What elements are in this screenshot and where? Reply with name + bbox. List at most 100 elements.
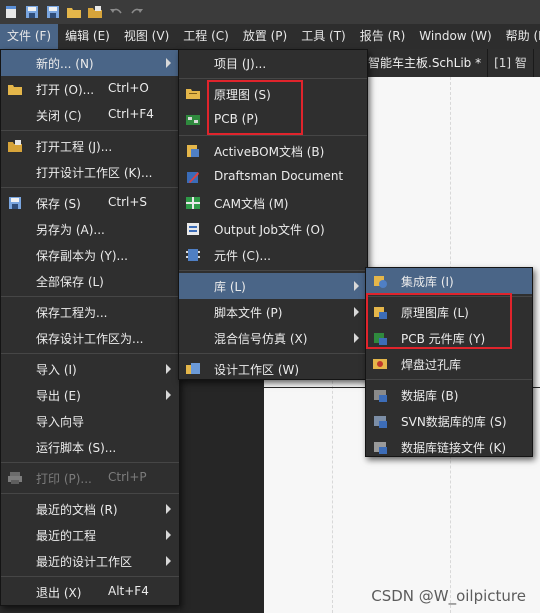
lib-pcblib-label: PCB 元件库 (Y) [401, 332, 486, 346]
tab-schlib[interactable]: 智能车主板.SchLib * [362, 49, 489, 77]
lib-padvia-item[interactable]: 焊盘过孔库 [366, 351, 532, 377]
save-icon [7, 195, 23, 211]
file-export-item[interactable]: 导出 (E) [1, 382, 179, 408]
file-save-workspace-as-label: 保存设计工作区为... [36, 332, 144, 346]
lib-integrated-item[interactable]: 集成库 (I) [366, 268, 532, 294]
file-save-project-as-item[interactable]: 保存工程为... [1, 299, 179, 325]
file-save-shortcut: Ctrl+S [108, 195, 148, 209]
file-run-script-item[interactable]: 运行脚本 (S)... [1, 434, 179, 460]
file-open-workspace-item[interactable]: 打开设计工作区 (K)... [1, 159, 179, 185]
new-document-icon[interactable] [2, 3, 20, 21]
file-new-item[interactable]: 新的... (N) [1, 50, 179, 76]
file-recent-docs-label: 最近的文档 (R) [36, 503, 118, 517]
submenu-arrow-icon [166, 364, 171, 374]
lib-database-item[interactable]: 数据库 (B) [366, 382, 532, 408]
new-workspace-item[interactable]: 设计工作区 (W) [179, 356, 367, 382]
lib-pcblib-item[interactable]: PCB 元件库 (Y) [366, 325, 532, 351]
new-library-label: 库 (L) [214, 280, 246, 294]
menu-file[interactable]: 文件 (F) [0, 24, 59, 49]
submenu-arrow-icon [166, 530, 171, 540]
file-new-label: 新的... (N) [36, 57, 94, 71]
new-component-item[interactable]: 元件 (C)... [179, 242, 367, 268]
menu-tools[interactable]: 工具 (T) [294, 24, 353, 49]
file-save-item[interactable]: 保存 (S) Ctrl+S [1, 190, 179, 216]
new-activebom-label: ActiveBOM文档 (B) [214, 145, 325, 159]
menu-project[interactable]: 工程 (C) [176, 24, 236, 49]
workspace-icon [185, 361, 201, 377]
separator [179, 270, 367, 271]
menu-window[interactable]: Window (W) [412, 24, 498, 49]
submenu-arrow-icon [354, 281, 359, 291]
file-close-label: 关闭 (C) [36, 109, 82, 123]
new-submenu: 项目 (J)... 原理图 (S) PCB (P) ActiveBOM文档 (B… [178, 49, 368, 380]
open-folder-icon[interactable] [65, 3, 83, 21]
lib-schlib-item[interactable]: 原理图库 (L) [366, 299, 532, 325]
file-open-project-item[interactable]: 打开工程 (J)... [1, 133, 179, 159]
file-recent-workspaces-item[interactable]: 最近的设计工作区 [1, 548, 179, 574]
file-save-label: 保存 (S) [36, 197, 81, 211]
new-project-item[interactable]: 项目 (J)... [179, 50, 367, 76]
tab-other-document[interactable]: [1] 智 [488, 49, 534, 77]
file-recent-workspaces-label: 最近的设计工作区 [36, 555, 133, 569]
file-save-all-item[interactable]: 全部保存 (L) [1, 268, 179, 294]
database-library-icon [372, 387, 388, 403]
lib-schlib-label: 原理图库 (L) [401, 306, 469, 320]
file-recent-docs-item[interactable]: 最近的文档 (R) [1, 496, 179, 522]
file-recent-projects-item[interactable]: 最近的工程 [1, 522, 179, 548]
new-schematic-item[interactable]: 原理图 (S) [179, 81, 367, 107]
quick-access-toolbar [0, 0, 540, 24]
schematic-library-icon [372, 304, 388, 320]
new-cam-item[interactable]: CAM文档 (M) [179, 190, 367, 216]
lib-db-link-item[interactable]: 数据库链接文件 (K) [366, 434, 532, 460]
menu-edit[interactable]: 编辑 (E) [58, 24, 117, 49]
new-activebom-item[interactable]: ActiveBOM文档 (B) [179, 138, 367, 164]
separator [1, 493, 179, 494]
file-print-label: 打印 (P)... [36, 472, 92, 486]
redo-icon[interactable] [128, 3, 146, 21]
pad-via-library-icon [372, 356, 388, 372]
new-pcb-label: PCB (P) [214, 112, 259, 126]
undo-icon[interactable] [107, 3, 125, 21]
submenu-arrow-icon [166, 504, 171, 514]
save-all-icon[interactable] [44, 3, 62, 21]
new-script-file-label: 脚本文件 (P) [214, 306, 283, 320]
menu-place[interactable]: 放置 (P) [236, 24, 294, 49]
file-close-item[interactable]: 关闭 (C) Ctrl+F4 [1, 102, 179, 128]
new-script-file-item[interactable]: 脚本文件 (P) [179, 299, 367, 325]
document-tabs: 智能车主板.SchLib * [1] 智 [362, 49, 540, 77]
file-open-item[interactable]: 打开 (O)... Ctrl+O [1, 76, 179, 102]
separator [1, 130, 179, 131]
file-import-item[interactable]: 导入 (I) [1, 356, 179, 382]
separator [366, 379, 532, 380]
save-icon[interactable] [23, 3, 41, 21]
new-outjob-item[interactable]: Output Job文件 (O) [179, 216, 367, 242]
open-project-icon[interactable] [86, 3, 104, 21]
new-workspace-label: 设计工作区 (W) [214, 363, 300, 377]
file-import-label: 导入 (I) [36, 363, 77, 377]
lib-db-link-label: 数据库链接文件 (K) [401, 441, 507, 455]
menu-view[interactable]: 视图 (V) [117, 24, 176, 49]
file-open-project-label: 打开工程 (J)... [36, 140, 113, 154]
menu-reports[interactable]: 报告 (R) [353, 24, 413, 49]
file-print-shortcut: Ctrl+P [108, 470, 147, 484]
file-exit-item[interactable]: 退出 (X) Alt+F4 [1, 579, 179, 605]
integrated-library-icon [372, 273, 388, 289]
file-close-shortcut: Ctrl+F4 [108, 107, 154, 121]
pcb-doc-icon [185, 112, 201, 128]
file-export-label: 导出 (E) [36, 389, 81, 403]
file-save-workspace-as-item[interactable]: 保存设计工作区为... [1, 325, 179, 351]
new-pcb-item[interactable]: PCB (P) [179, 107, 367, 133]
new-draftsman-item[interactable]: Draftsman Document [179, 164, 367, 190]
new-project-label: 项目 (J)... [214, 57, 267, 71]
file-exit-shortcut: Alt+F4 [108, 584, 149, 598]
new-mixed-sim-item[interactable]: 混合信号仿真 (X) [179, 325, 367, 351]
separator [179, 353, 367, 354]
file-import-wizard-item[interactable]: 导入向导 [1, 408, 179, 434]
file-save-copy-as-item[interactable]: 保存副本为 (Y)... [1, 242, 179, 268]
menu-bar: 文件 (F) 编辑 (E) 视图 (V) 工程 (C) 放置 (P) 工具 (T… [0, 24, 540, 49]
file-open-workspace-label: 打开设计工作区 (K)... [36, 166, 153, 180]
new-library-item[interactable]: 库 (L) [179, 273, 367, 299]
file-save-as-item[interactable]: 另存为 (A)... [1, 216, 179, 242]
lib-svn-db-item[interactable]: SVN数据库的库 (S) [366, 408, 532, 434]
menu-help[interactable]: 帮助 (H) [499, 24, 540, 49]
